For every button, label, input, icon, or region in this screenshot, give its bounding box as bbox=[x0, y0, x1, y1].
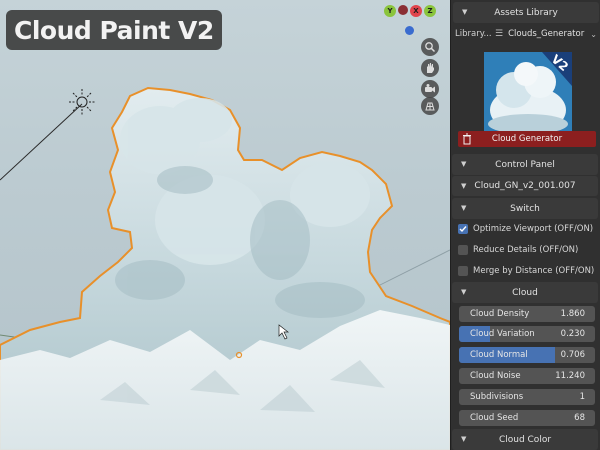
object-selector[interactable]: ▼ Cloud_GN_v2_001.007 bbox=[452, 176, 598, 196]
cloud-header[interactable]: ▼ Cloud bbox=[452, 282, 598, 303]
chevron-down-icon: ⌄ bbox=[590, 29, 597, 39]
slider-label: Cloud Noise bbox=[470, 371, 521, 381]
title-text: Cloud Paint V2 bbox=[14, 15, 214, 45]
chevron-down-icon: ▼ bbox=[461, 435, 467, 443]
cloud-generator-button[interactable]: Cloud Generator bbox=[458, 131, 596, 147]
library-label: Library... bbox=[455, 29, 491, 39]
assets-library-header[interactable]: ▼ Assets Library bbox=[453, 2, 599, 23]
3d-viewport[interactable]: Cloud Paint V2 Y X Z bbox=[0, 0, 450, 450]
asset-thumbnail[interactable]: V2 bbox=[460, 48, 595, 132]
list-icon: ☰ bbox=[495, 29, 504, 39]
section-title: Cloud Color bbox=[498, 434, 552, 445]
section-title: Switch bbox=[510, 203, 540, 214]
checkbox-unchecked[interactable] bbox=[458, 245, 468, 255]
switch-header[interactable]: ▼ Switch bbox=[452, 198, 598, 219]
sun-lamp-icon[interactable] bbox=[69, 89, 95, 115]
slider-value: 68 bbox=[574, 413, 585, 423]
library-value: Clouds_Generator bbox=[508, 29, 585, 39]
reduce-details-checkbox[interactable]: Reduce Details (OFF/ON) bbox=[458, 242, 578, 258]
navigation-gizmo[interactable]: Y X Z bbox=[384, 3, 436, 19]
cloud-density-slider[interactable]: Cloud Density 1.860 bbox=[459, 306, 595, 322]
gizmo-neg-z-axis[interactable] bbox=[405, 26, 414, 35]
cloud-variation-slider[interactable]: Cloud Variation 0.230 bbox=[459, 326, 595, 342]
slider-value: 0.230 bbox=[560, 329, 585, 339]
checkbox-label: Reduce Details (OFF/ON) bbox=[473, 245, 579, 255]
object-name: Cloud_GN_v2_001.007 bbox=[474, 181, 576, 191]
section-title: Cloud bbox=[512, 287, 538, 298]
zoom-icon[interactable] bbox=[421, 38, 439, 56]
cloud-normal-slider[interactable]: Cloud Normal 0.706 bbox=[459, 347, 595, 363]
slider-label: Cloud Density bbox=[470, 309, 530, 319]
camera-icon[interactable] bbox=[421, 80, 439, 98]
checkbox-checked[interactable] bbox=[458, 224, 468, 234]
checkbox-unchecked[interactable] bbox=[458, 266, 468, 276]
merge-by-distance-checkbox[interactable]: Merge by Distance (OFF/ON) bbox=[458, 263, 594, 279]
gizmo-z-axis[interactable]: Z bbox=[424, 5, 436, 17]
slider-label: Cloud Seed bbox=[470, 413, 519, 423]
chevron-down-icon: ▼ bbox=[462, 8, 468, 16]
cloud-noise-slider[interactable]: Cloud Noise 11.240 bbox=[459, 368, 595, 384]
gizmo-neg-x-axis[interactable] bbox=[398, 5, 408, 15]
gizmo-x-axis[interactable]: X bbox=[410, 5, 422, 17]
optimize-viewport-checkbox[interactable]: Optimize Viewport (OFF/ON) bbox=[458, 221, 593, 237]
gizmo-y-axis[interactable]: Y bbox=[384, 5, 396, 17]
library-selector[interactable]: Library... ☰ Clouds_Generator ⌄ bbox=[455, 26, 599, 42]
slider-label: Subdivisions bbox=[470, 392, 524, 402]
checkbox-label: Merge by Distance (OFF/ON) bbox=[473, 266, 595, 276]
checkbox-label: Optimize Viewport (OFF/ON) bbox=[473, 224, 594, 234]
chevron-down-icon: ▼ bbox=[461, 182, 467, 190]
chevron-down-icon: ▼ bbox=[461, 288, 467, 296]
slider-label: Cloud Variation bbox=[470, 329, 535, 339]
slider-value: 1.860 bbox=[560, 309, 585, 319]
check-icon bbox=[459, 226, 467, 233]
section-title: Control Panel bbox=[495, 159, 555, 170]
slider-value: 11.240 bbox=[555, 371, 585, 381]
slider-label: Cloud Normal bbox=[470, 350, 528, 360]
cloud-seed-field[interactable]: Cloud Seed 68 bbox=[459, 410, 595, 426]
library-dropdown[interactable]: ☰ Clouds_Generator ⌄ bbox=[495, 29, 599, 39]
chevron-down-icon: ▼ bbox=[461, 204, 467, 212]
trash-icon[interactable] bbox=[462, 133, 472, 145]
cloud-scene[interactable] bbox=[0, 0, 450, 450]
section-title: Assets Library bbox=[494, 7, 558, 18]
hand-icon[interactable] bbox=[421, 59, 439, 77]
light-direction-line bbox=[0, 103, 83, 181]
title-badge: Cloud Paint V2 bbox=[6, 10, 222, 50]
button-label: Cloud Generator bbox=[491, 134, 563, 144]
slider-value: 1 bbox=[579, 392, 585, 402]
subdivisions-field[interactable]: Subdivisions 1 bbox=[459, 389, 595, 405]
control-panel-header[interactable]: ▼ Control Panel bbox=[452, 154, 598, 175]
cloud-color-header[interactable]: ▼ Cloud Color bbox=[452, 429, 598, 450]
grid-icon[interactable] bbox=[421, 97, 439, 115]
chevron-down-icon: ▼ bbox=[461, 160, 467, 168]
slider-value: 0.706 bbox=[560, 350, 585, 360]
